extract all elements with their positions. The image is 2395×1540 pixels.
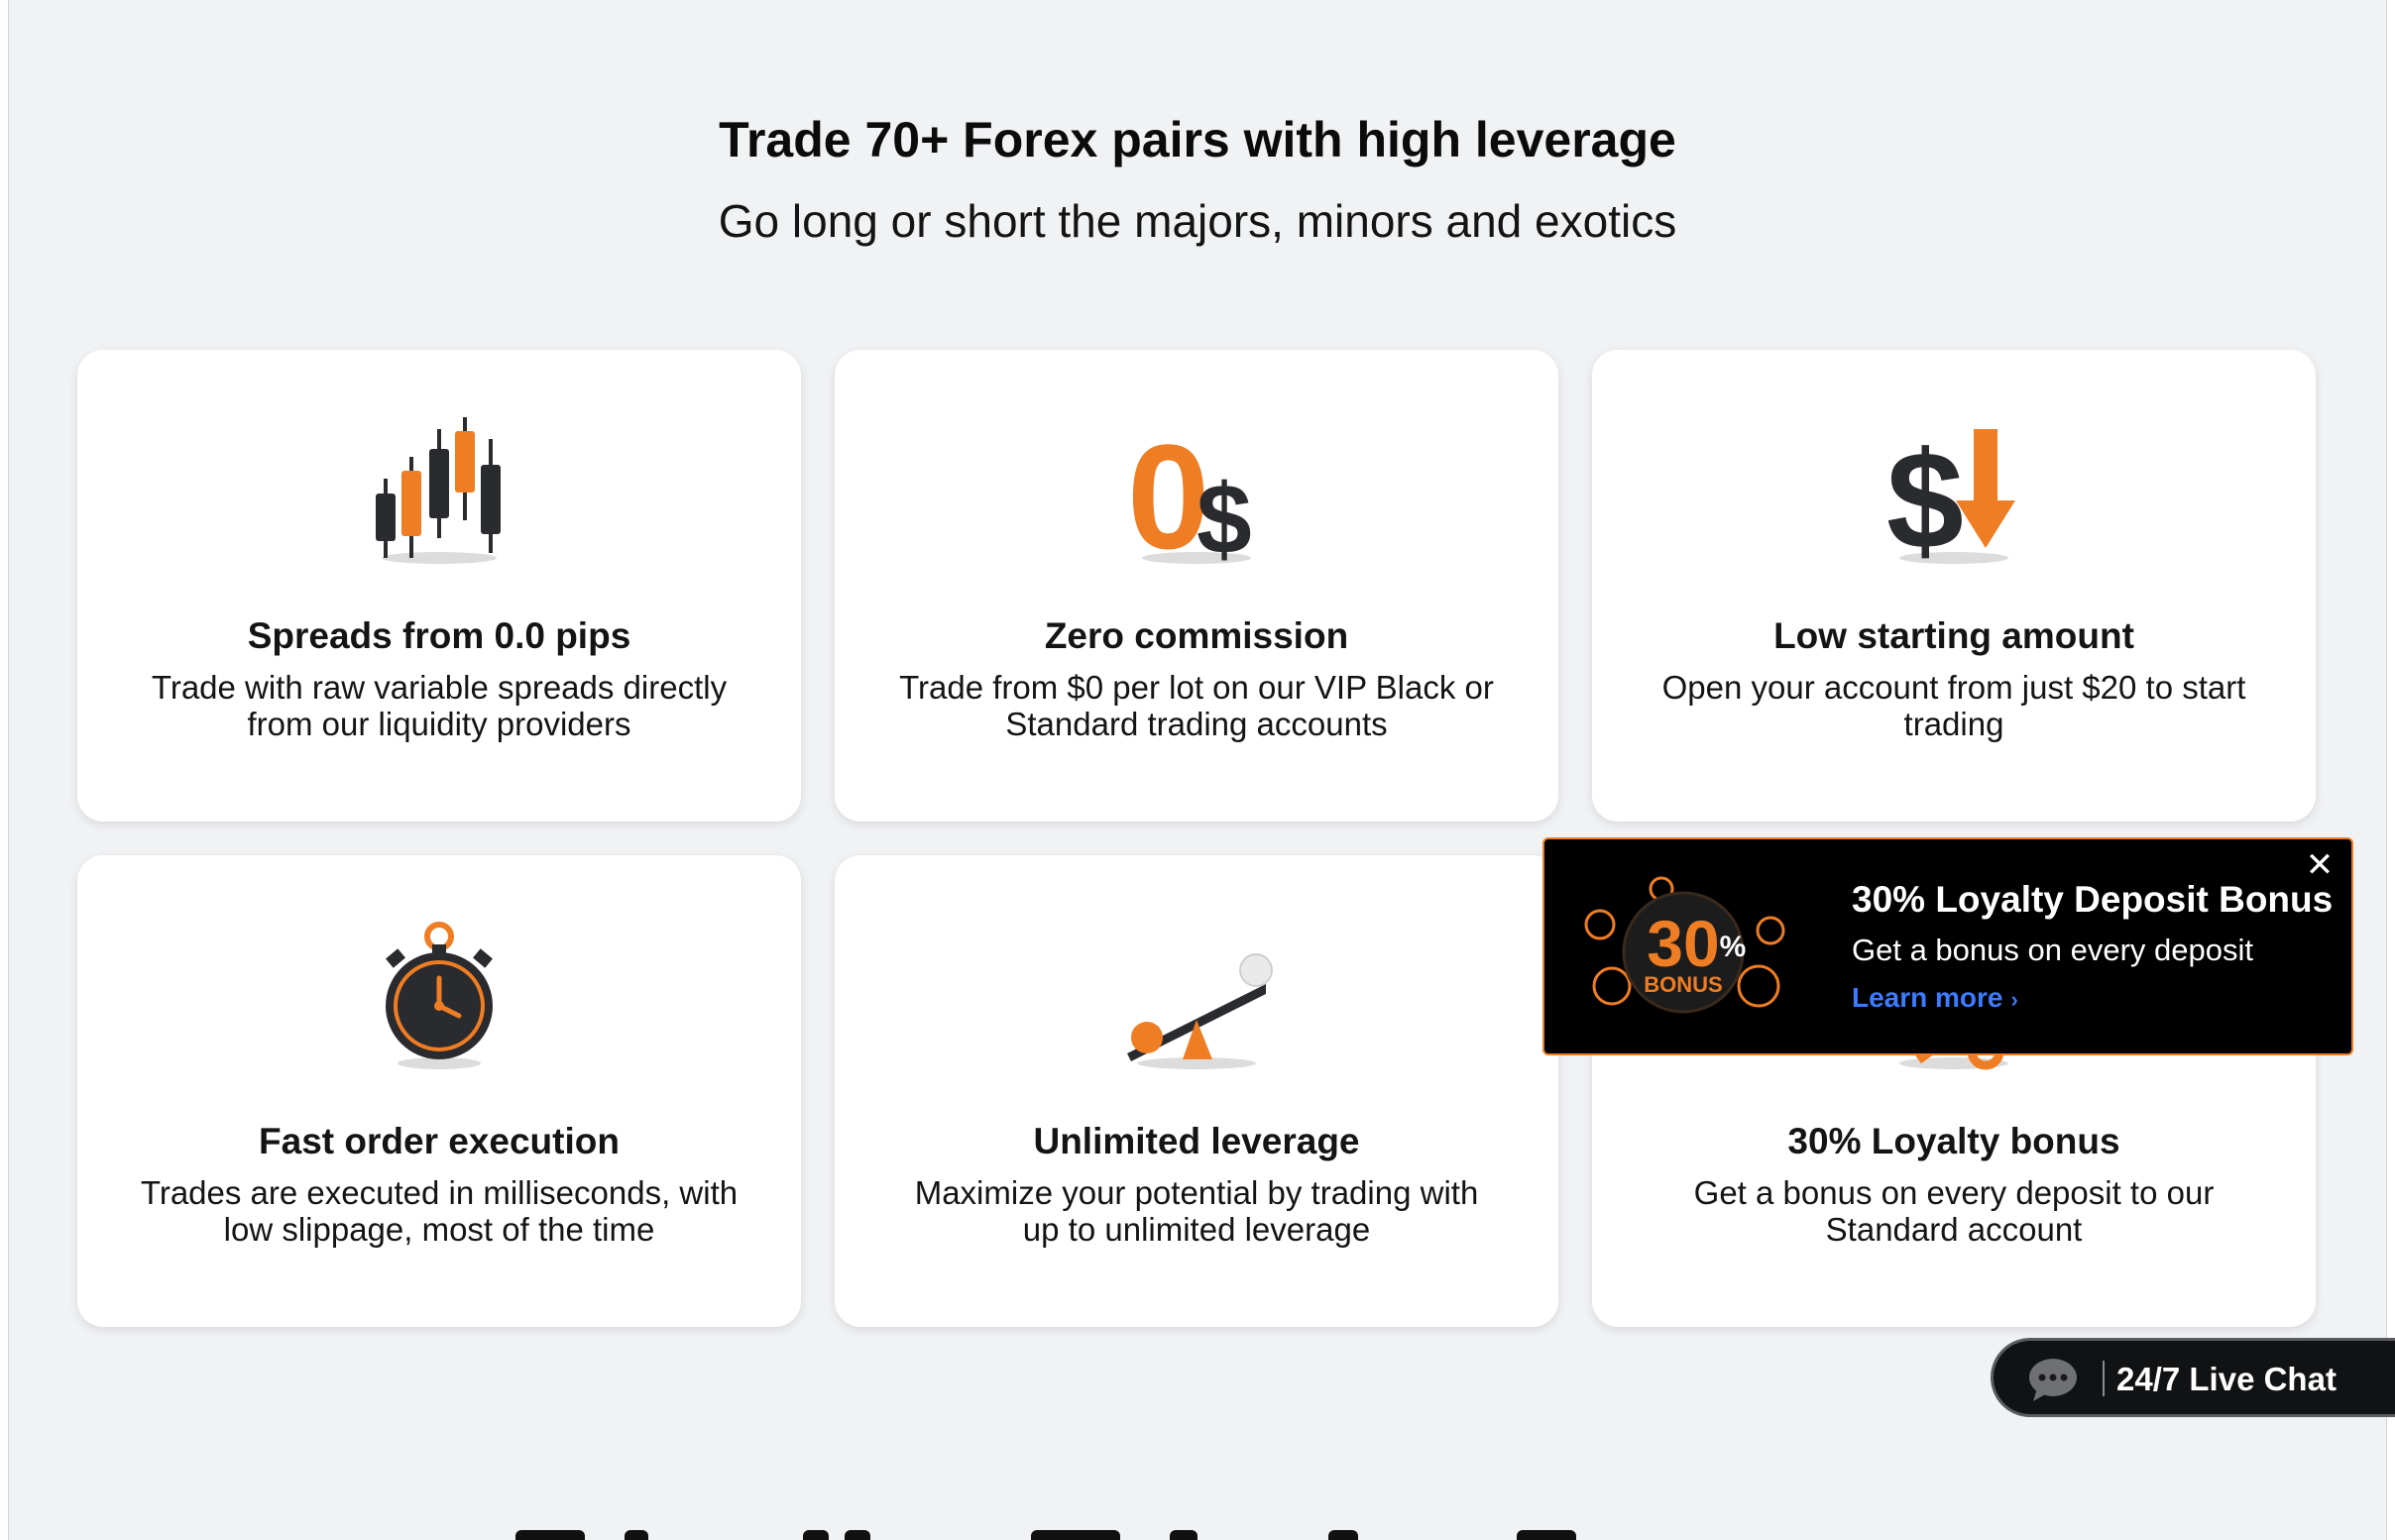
feature-card-leverage: Unlimited leverage Maximize your potenti… [835, 855, 1558, 1327]
feature-card-fast-execution: Fast order execution Trades are executed… [77, 855, 801, 1327]
zero-dollar-icon: 0 $ [1117, 409, 1276, 568]
feature-title: Unlimited leverage [1033, 1121, 1360, 1161]
feature-card-spreads: Spreads from 0.0 pips Trade with raw var… [77, 350, 801, 822]
loyalty-bonus-popup[interactable]: 30 % BONUS 30% Loyalty Deposit Bonus Get… [1542, 837, 2353, 1055]
chat-bubble-icon [2027, 1357, 2079, 1402]
promo-title: 30% Loyalty Deposit Bonus [1852, 879, 2334, 920]
page-title: Trade 70+ Forex pairs with high leverage [719, 112, 1676, 167]
close-icon[interactable]: ✕ [2302, 847, 2338, 883]
feature-title: Fast order execution [259, 1121, 620, 1161]
candlestick-chart-icon [360, 409, 518, 568]
feature-description: Open your account from just $20 to start… [1661, 669, 2246, 742]
feature-title: Low starting amount [1773, 615, 2134, 656]
feature-title: 30% Loyalty bonus [1787, 1121, 2120, 1161]
dollar-down-arrow-icon: $ [1875, 409, 2033, 568]
feature-card-commission: 0 $ Zero commission Trade from $0 per lo… [835, 350, 1558, 822]
next-section-heading-clipped [476, 1524, 1824, 1540]
promo-description: Get a bonus on every deposit [1852, 933, 2253, 967]
feature-card-low-starting-amount: $ Low starting amount Open your account … [1592, 350, 2316, 822]
svg-text:$: $ [1886, 422, 1964, 568]
bonus-badge-icon: 30 % BONUS [1572, 875, 1800, 1024]
live-chat-button[interactable]: 24/7 Live Chat [1991, 1338, 2395, 1417]
badge-percent: % [1720, 931, 1747, 963]
feature-description: Maximize your potential by trading with … [914, 1174, 1479, 1248]
live-chat-label: 24/7 Live Chat [2116, 1361, 2337, 1397]
feature-description: Get a bonus on every deposit to our Stan… [1693, 1174, 2215, 1248]
learn-more-link[interactable]: Learn more › [1852, 982, 2018, 1014]
stopwatch-icon [360, 915, 518, 1073]
feature-title: Zero commission [1044, 615, 1349, 656]
page-subtitle: Go long or short the majors, minors and … [718, 195, 1677, 247]
badge-word: BONUS [1644, 972, 1722, 997]
feature-title: Spreads from 0.0 pips [247, 615, 631, 656]
badge-number: 30 [1647, 907, 1719, 980]
chat-divider [2103, 1361, 2105, 1396]
feature-description: Trades are executed in milliseconds, wit… [140, 1174, 739, 1248]
seesaw-lever-icon [1117, 915, 1276, 1073]
chevron-right-icon: › [2010, 987, 2018, 1012]
learn-more-label: Learn more [1852, 982, 2003, 1013]
svg-text:$: $ [1197, 464, 1252, 568]
feature-description: Trade from $0 per lot on our VIP Black o… [899, 669, 1494, 742]
feature-description: Trade with raw variable spreads directly… [151, 669, 728, 742]
